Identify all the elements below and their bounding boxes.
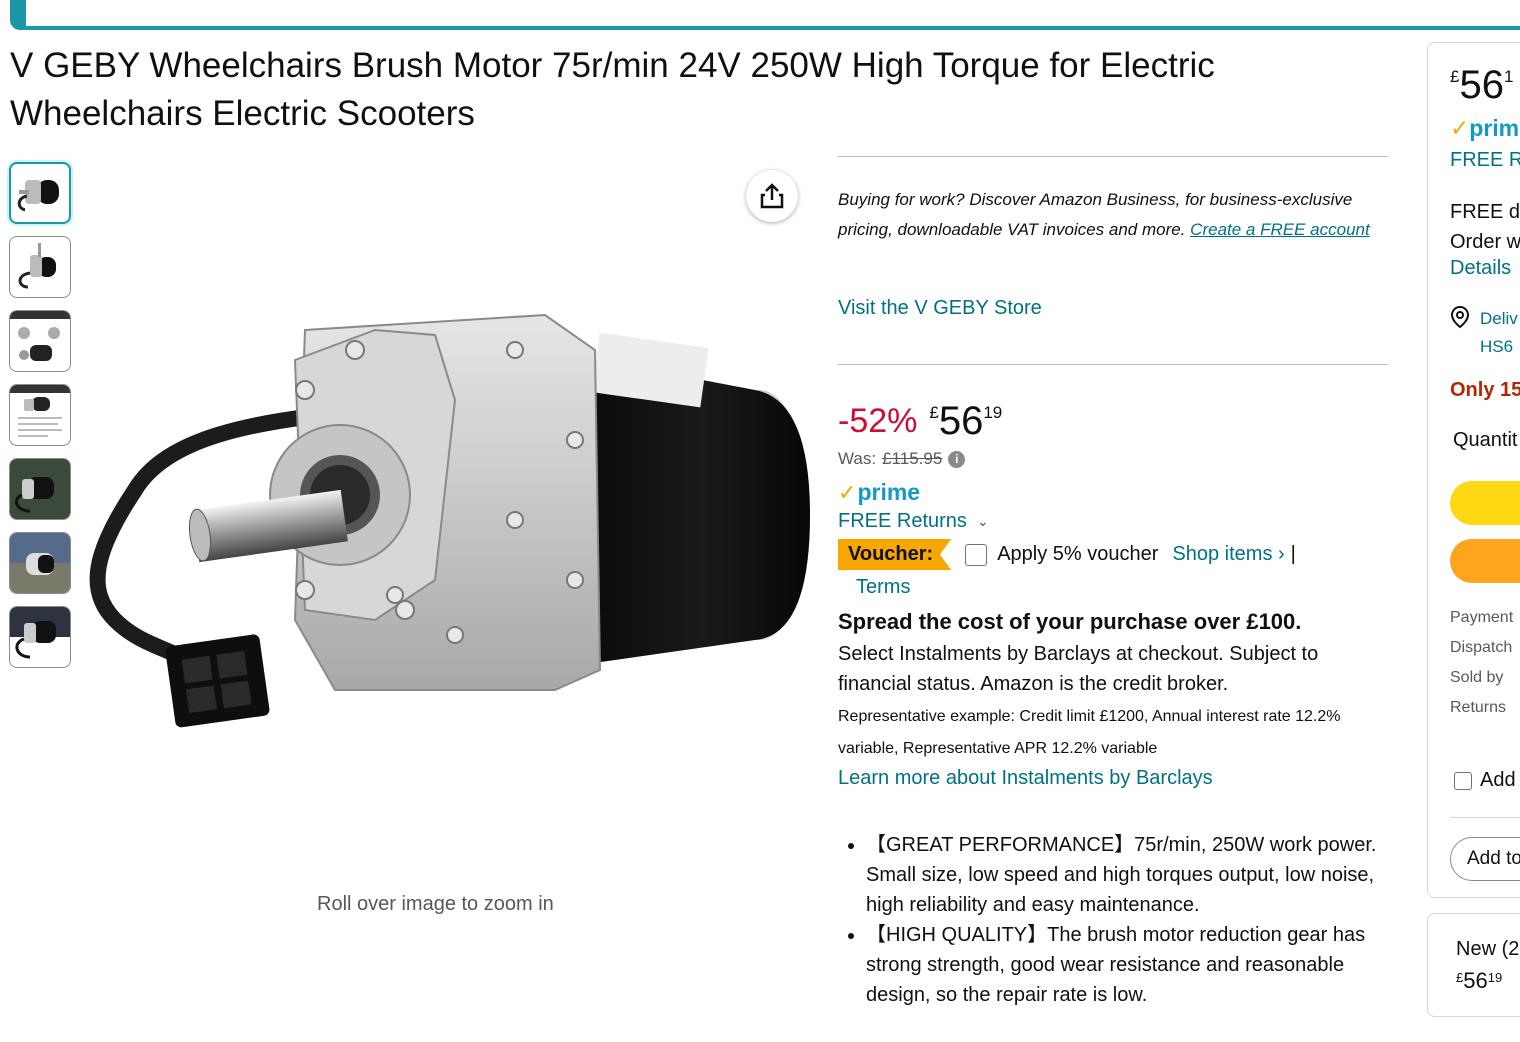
- buybox-price-currency: £: [1450, 67, 1460, 86]
- feature-bullet: 【GREAT PERFORMANCE】75r/min, 250W work po…: [866, 830, 1388, 920]
- feature-bullet: 【HIGH QUALITY】The brush motor reduction …: [866, 920, 1388, 1010]
- voucher-apply-label[interactable]: Apply 5% voucher: [997, 543, 1158, 566]
- prime-label: prime: [857, 479, 921, 505]
- deliver-to-line-1: Deliv: [1480, 309, 1518, 328]
- new-offers-label: New (2: [1456, 938, 1520, 960]
- separator: |: [1290, 543, 1296, 565]
- stock-status: Only 15: [1450, 379, 1520, 401]
- voucher-badge: Voucher:: [838, 539, 952, 570]
- thumbnail-1[interactable]: [9, 162, 71, 224]
- thumbnail-6[interactable]: [9, 532, 71, 594]
- buybox-price: £ 56 1: [1450, 63, 1513, 108]
- was-price: £115.95: [882, 449, 943, 468]
- deliver-to-line-2: HS6: [1480, 337, 1514, 356]
- buybox-delivery-info: FREE de Order w: [1450, 197, 1520, 257]
- product-title: V GEBY Wheelchairs Brush Motor 75r/min 2…: [10, 42, 1310, 138]
- was-price-row: Was: £115.95 i: [838, 449, 1388, 469]
- returns-label: Returns: [1450, 699, 1507, 716]
- create-business-account-link[interactable]: Create a FREE account: [1190, 220, 1370, 239]
- quantity-select[interactable]: Quantit: [1453, 429, 1517, 452]
- product-details: Buying for work? Discover Amazon Busines…: [838, 156, 1388, 1010]
- price-block: -52% £ 56 19: [838, 399, 1388, 443]
- representative-example: Representative example: Credit limit £12…: [838, 708, 1341, 757]
- voucher-checkbox[interactable]: [965, 543, 988, 566]
- discount-percent: -52%: [838, 402, 918, 440]
- shop-items-link[interactable]: Shop items ›: [1172, 543, 1284, 566]
- buy-box: £ 56 1 ✓prime FREE Re FREE de Order w De…: [1427, 42, 1520, 898]
- free-returns-label: FREE Returns: [838, 510, 967, 532]
- divider: [1450, 817, 1520, 818]
- buybox-order-within: Order w: [1450, 231, 1520, 253]
- thumbnail-3[interactable]: [9, 310, 71, 372]
- divider: [838, 156, 1388, 157]
- add-gift-label: Add: [1480, 769, 1516, 791]
- buybox-price-fraction: 1: [1503, 67, 1514, 86]
- prime-check-icon: ✓: [838, 479, 857, 505]
- product-title-line-2: Wheelchairs Electric Scooters: [10, 94, 475, 133]
- share-button[interactable]: [746, 170, 798, 222]
- buybox-prime-badge: ✓prime: [1450, 115, 1520, 142]
- buybox-prime-label: prime: [1469, 115, 1520, 141]
- thumbnail-4[interactable]: [9, 384, 71, 446]
- buybox-price-whole: 56: [1459, 63, 1504, 107]
- new-offers-price-fraction: 19: [1487, 970, 1503, 985]
- dispatch-label: Dispatch: [1450, 639, 1513, 656]
- thumbnail-2[interactable]: [9, 236, 71, 298]
- price-fraction: 19: [983, 403, 1003, 422]
- instalments-heading: Spread the cost of your purchase over £1…: [838, 609, 1302, 634]
- business-promo: Buying for work? Discover Amazon Busines…: [838, 185, 1388, 245]
- payment-label: Payment: [1450, 609, 1514, 626]
- chevron-down-icon: ⌄: [976, 513, 989, 529]
- store-link[interactable]: Visit the V GEBY Store: [838, 297, 1388, 320]
- new-offers-price: £ 56 19: [1456, 968, 1502, 994]
- deliver-to-link[interactable]: Deliv HS6: [1450, 305, 1518, 361]
- was-label: Was:: [838, 449, 877, 468]
- thumbnail-7[interactable]: [9, 606, 71, 668]
- feature-bullets: 【GREAT PERFORMANCE】75r/min, 250W work po…: [838, 830, 1388, 1010]
- sold-by-label: Sold by: [1450, 669, 1504, 686]
- price-whole: 56: [938, 399, 984, 443]
- voucher-terms-link[interactable]: Terms: [856, 576, 1388, 599]
- add-gift-option[interactable]: Add: [1454, 769, 1516, 792]
- free-returns-link[interactable]: FREE Returns ⌄: [838, 510, 1388, 533]
- buy-now-button[interactable]: [1450, 539, 1520, 583]
- product-title-line-1: V GEBY Wheelchairs Brush Motor 75r/min 2…: [10, 46, 1215, 85]
- new-offers-price-whole: 56: [1463, 968, 1488, 993]
- instalments-learn-more-link[interactable]: Learn more about Instalments by Barclays: [838, 767, 1388, 790]
- location-pin-icon: [1450, 305, 1470, 329]
- prime-badge: ✓ prime: [838, 479, 1388, 506]
- info-icon[interactable]: i: [948, 450, 966, 468]
- prime-check-icon: ✓: [1450, 115, 1470, 141]
- buybox-meta: Payment Dispatch Sold by Returns: [1450, 603, 1513, 723]
- add-to-basket-button[interactable]: [1450, 481, 1520, 525]
- gift-checkbox[interactable]: [1454, 771, 1472, 790]
- voucher-row: Voucher: Apply 5% voucher Shop items › |: [838, 539, 1388, 570]
- new-offers-box[interactable]: New (2 £ 56 19: [1427, 913, 1520, 1017]
- buybox-free-returns-link[interactable]: FREE Re: [1450, 149, 1520, 172]
- new-offers-currency: £: [1456, 970, 1464, 985]
- header-strip: [10, 0, 1520, 30]
- buybox-free-delivery: FREE de: [1450, 201, 1520, 223]
- main-product-image[interactable]: [75, 290, 820, 740]
- zoom-hint: Roll over image to zoom in: [317, 893, 554, 915]
- share-icon: [760, 183, 784, 209]
- add-to-list-button[interactable]: Add to: [1450, 837, 1520, 881]
- divider: [838, 364, 1388, 365]
- thumbnail-5[interactable]: [9, 458, 71, 520]
- buybox-details-link[interactable]: Details: [1450, 257, 1511, 280]
- price-currency: £: [929, 403, 939, 422]
- instalments-text: Select Instalments by Barclays at checko…: [838, 643, 1319, 695]
- thumbnail-strip: [9, 162, 71, 680]
